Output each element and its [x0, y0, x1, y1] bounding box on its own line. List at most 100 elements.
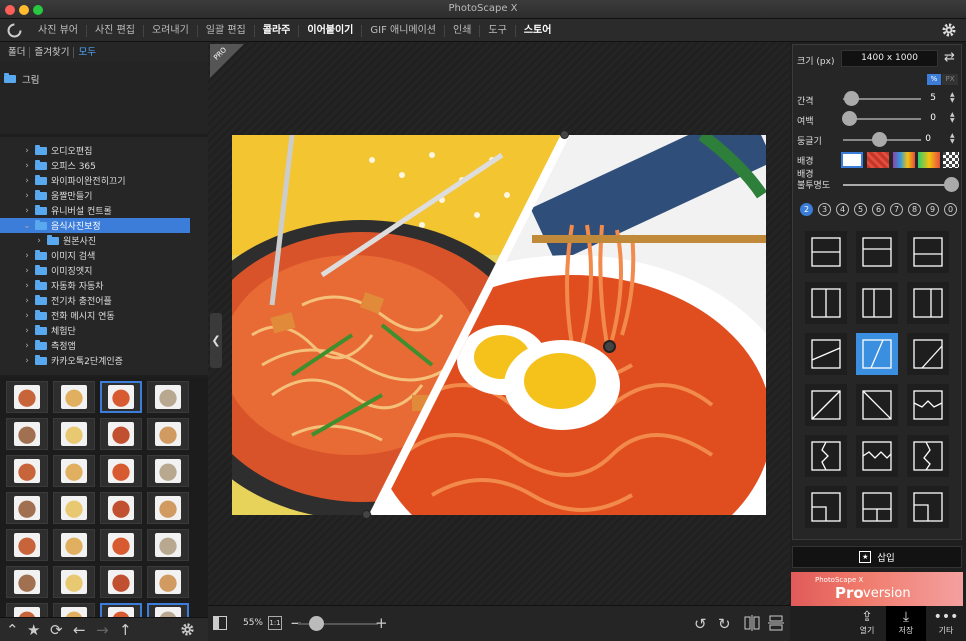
layout-option[interactable]: [856, 231, 898, 273]
divider-handle-top[interactable]: [560, 130, 569, 139]
thumbnail[interactable]: [6, 381, 48, 413]
layout-option[interactable]: [856, 435, 898, 477]
spacing-stepper[interactable]: ▲ ▼: [950, 92, 955, 104]
tree-item[interactable]: › 와이파이완전히끄기: [0, 173, 190, 188]
menu-item[interactable]: 콜라주: [255, 24, 300, 37]
roundness-value[interactable]: 0: [911, 134, 931, 144]
cell-count-option[interactable]: 7: [890, 203, 903, 216]
rotate-left-icon[interactable]: ↺: [694, 615, 707, 633]
back-arrow-icon[interactable]: ←: [73, 621, 86, 639]
collapse-panel-button[interactable]: ❮: [210, 313, 222, 368]
thumbnail[interactable]: [6, 566, 48, 598]
chevron-right-icon[interactable]: ›: [22, 311, 32, 321]
thumbnail[interactable]: [100, 529, 142, 561]
unit-px-button[interactable]: PX: [942, 74, 958, 85]
menu-item[interactable]: GIF 애니메이션: [362, 24, 446, 37]
settings-gear-icon[interactable]: [941, 22, 958, 39]
thumbnail[interactable]: [100, 603, 142, 617]
chevron-up-icon[interactable]: ⌃: [6, 621, 19, 639]
menu-item[interactable]: 일괄 편집: [198, 24, 255, 37]
menu-item[interactable]: 오려내기: [144, 24, 198, 37]
flip-horizontal-icon[interactable]: [744, 615, 760, 631]
open-button[interactable]: ⇪ 열기: [847, 606, 887, 641]
tree-item[interactable]: › 측정앱: [0, 338, 190, 353]
layout-option[interactable]: [805, 435, 847, 477]
menu-item[interactable]: 이어붙이기: [299, 24, 363, 37]
up-arrow-icon[interactable]: ↑: [119, 621, 132, 639]
margin-slider-knob[interactable]: [842, 111, 857, 126]
pro-version-banner[interactable]: PhotoScape X Pro version: [791, 572, 963, 606]
thumbnail[interactable]: [147, 603, 189, 617]
bg-opacity-slider-knob[interactable]: [944, 177, 959, 192]
app-logo-icon[interactable]: [6, 22, 23, 39]
cell-handle-right[interactable]: [603, 340, 616, 353]
layout-option[interactable]: [907, 333, 949, 375]
thumbnail[interactable]: [100, 566, 142, 598]
layout-option[interactable]: [856, 282, 898, 324]
chevron-right-icon[interactable]: ›: [22, 251, 32, 261]
menu-item[interactable]: 사진 뷰어: [30, 24, 87, 37]
layout-option[interactable]: [907, 231, 949, 273]
zoom-level[interactable]: 55%: [238, 612, 268, 634]
thumbnail[interactable]: [100, 381, 142, 413]
tree-item[interactable]: › 오피스 365: [0, 158, 190, 173]
layout-option[interactable]: [805, 231, 847, 273]
tree-item[interactable]: › 카카오톡2단계인증: [0, 353, 190, 368]
collage-preview[interactable]: [232, 135, 766, 515]
chevron-right-icon[interactable]: ›: [22, 356, 32, 366]
cell-count-option[interactable]: 9: [926, 203, 939, 216]
chevron-right-icon[interactable]: ›: [22, 341, 32, 351]
fit-view-icon[interactable]: [213, 616, 227, 630]
menu-item[interactable]: 스토어: [516, 25, 560, 37]
star-icon[interactable]: ★: [27, 621, 40, 639]
thumbnail[interactable]: [147, 418, 189, 450]
chevron-right-icon[interactable]: ›: [22, 206, 32, 216]
layout-option[interactable]: [907, 384, 949, 426]
tab-all[interactable]: 모두: [74, 47, 99, 58]
thumbnail[interactable]: [53, 381, 95, 413]
bg-opacity-slider-track[interactable]: [843, 184, 951, 186]
layout-option[interactable]: [907, 435, 949, 477]
thumbnail[interactable]: [147, 529, 189, 561]
tab-favorites[interactable]: 즐겨찾기: [30, 46, 75, 58]
chevron-right-icon[interactable]: ›: [22, 191, 32, 201]
thumbnail[interactable]: [100, 492, 142, 524]
thumbnail[interactable]: [147, 455, 189, 487]
roundness-slider-knob[interactable]: [872, 132, 887, 147]
layout-option[interactable]: [805, 333, 847, 375]
thumbnail[interactable]: [6, 418, 48, 450]
menu-item[interactable]: 사진 편집: [87, 24, 144, 37]
chevron-right-icon[interactable]: ›: [22, 296, 32, 306]
more-button[interactable]: ••• 기타: [926, 606, 966, 641]
rotate-right-icon[interactable]: ↻: [718, 615, 731, 633]
thumbnail[interactable]: [53, 455, 95, 487]
cell-count-option[interactable]: 0: [944, 203, 957, 216]
thumbnail[interactable]: [53, 603, 95, 617]
thumbnail[interactable]: [53, 566, 95, 598]
thumbnail[interactable]: [147, 381, 189, 413]
chevron-right-icon[interactable]: ›: [22, 281, 32, 291]
margin-stepper[interactable]: ▲ ▼: [950, 112, 955, 124]
thumbnail[interactable]: [6, 603, 48, 617]
chevron-right-icon[interactable]: ›: [22, 326, 32, 336]
chevron-right-icon[interactable]: ›: [22, 161, 32, 171]
size-select[interactable]: 1400 x 1000: [841, 50, 938, 67]
flip-vertical-icon[interactable]: [768, 615, 784, 631]
spacing-slider-knob[interactable]: [844, 91, 859, 106]
bg-swatch-gradient[interactable]: [893, 152, 915, 168]
bg-swatch-pattern[interactable]: [867, 152, 889, 168]
tree-item[interactable]: › 전화 메시지 연동: [0, 308, 190, 323]
favorite-item-pictures[interactable]: 그림: [4, 72, 39, 86]
zoom-in-icon[interactable]: +: [375, 614, 388, 632]
zoom-slider-knob[interactable]: [309, 616, 324, 631]
tree-item[interactable]: › 전기차 충전어플: [0, 293, 190, 308]
bg-swatch-transparent[interactable]: [943, 152, 959, 168]
tree-item[interactable]: › 움짤만들기: [0, 188, 190, 203]
tree-item[interactable]: › 체험단: [0, 323, 190, 338]
layout-option[interactable]: [907, 486, 949, 528]
thumbnail[interactable]: [100, 455, 142, 487]
bg-swatch-white[interactable]: [841, 152, 863, 168]
tree-item[interactable]: › 이미징엣지: [0, 263, 190, 278]
thumbnail[interactable]: [6, 492, 48, 524]
layout-option[interactable]: [805, 486, 847, 528]
